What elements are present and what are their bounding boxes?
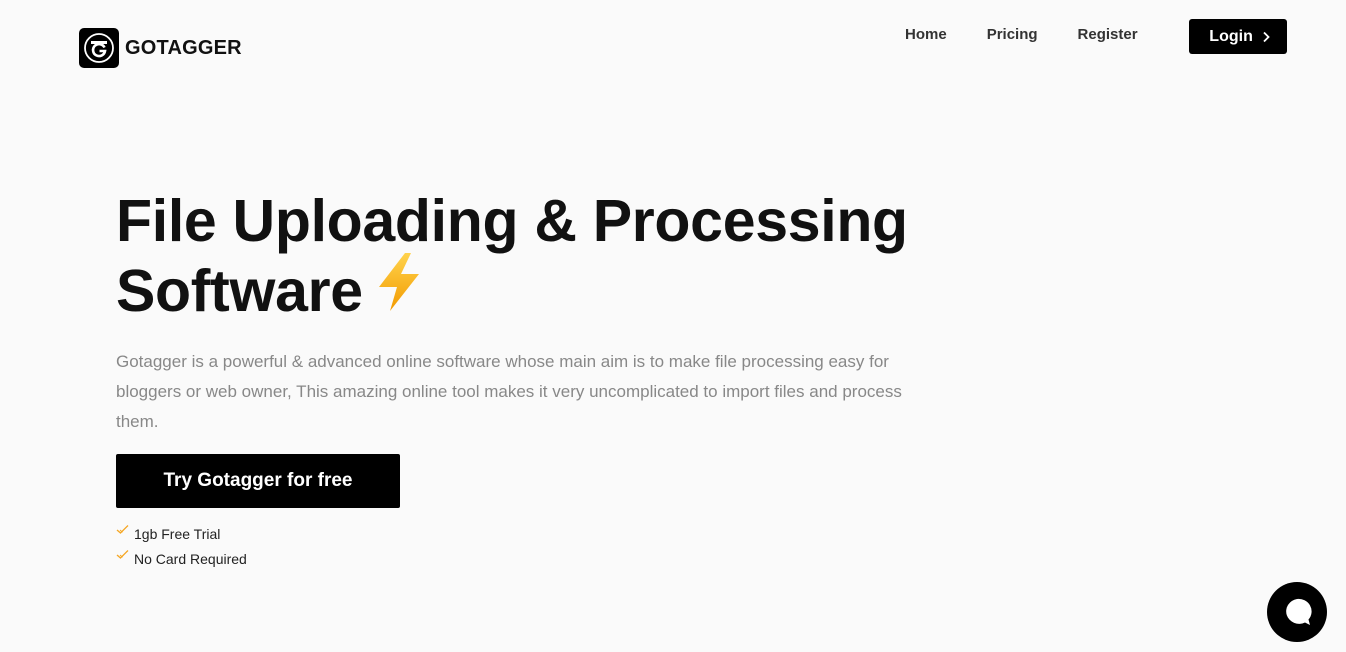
hero-description: Gotagger is a powerful & advanced online… — [116, 352, 902, 431]
main-nav: Home Pricing Register Login — [905, 19, 1287, 54]
hero-title-line2: Software — [116, 258, 363, 324]
brand-logo-link[interactable]: GOTAGGER — [79, 28, 242, 68]
feature-list: 1gb Free Trial No Card Required — [116, 521, 247, 571]
check-icon — [116, 523, 130, 537]
chat-bubble-icon — [1280, 595, 1314, 629]
nav-register-link[interactable]: Register — [1078, 17, 1138, 52]
lightning-bolt-icon — [373, 252, 425, 327]
feature-item: No Card Required — [116, 546, 247, 571]
login-button[interactable]: Login — [1188, 19, 1287, 54]
hero-title-line1: File Uploading & Processing — [116, 188, 908, 254]
check-icon — [116, 548, 130, 562]
brand-name: GOTAGGER — [125, 36, 242, 59]
feature-item-label: 1gb Free Trial — [134, 525, 221, 542]
login-button-label: Login — [1209, 27, 1253, 45]
chevron-right-icon — [1262, 31, 1270, 43]
try-free-button[interactable]: Try Gotagger for free — [116, 454, 400, 508]
nav-home-link[interactable]: Home — [905, 17, 947, 52]
gotagger-logo-icon — [79, 28, 119, 68]
site-header: GOTAGGER Home Pricing Register Login — [0, 0, 1346, 80]
chat-widget-button[interactable] — [1267, 582, 1327, 642]
feature-item: 1gb Free Trial — [116, 521, 247, 546]
feature-item-label: No Card Required — [134, 550, 247, 567]
nav-pricing-link[interactable]: Pricing — [987, 17, 1038, 52]
hero-title: File Uploading & Processing Software — [116, 186, 908, 333]
